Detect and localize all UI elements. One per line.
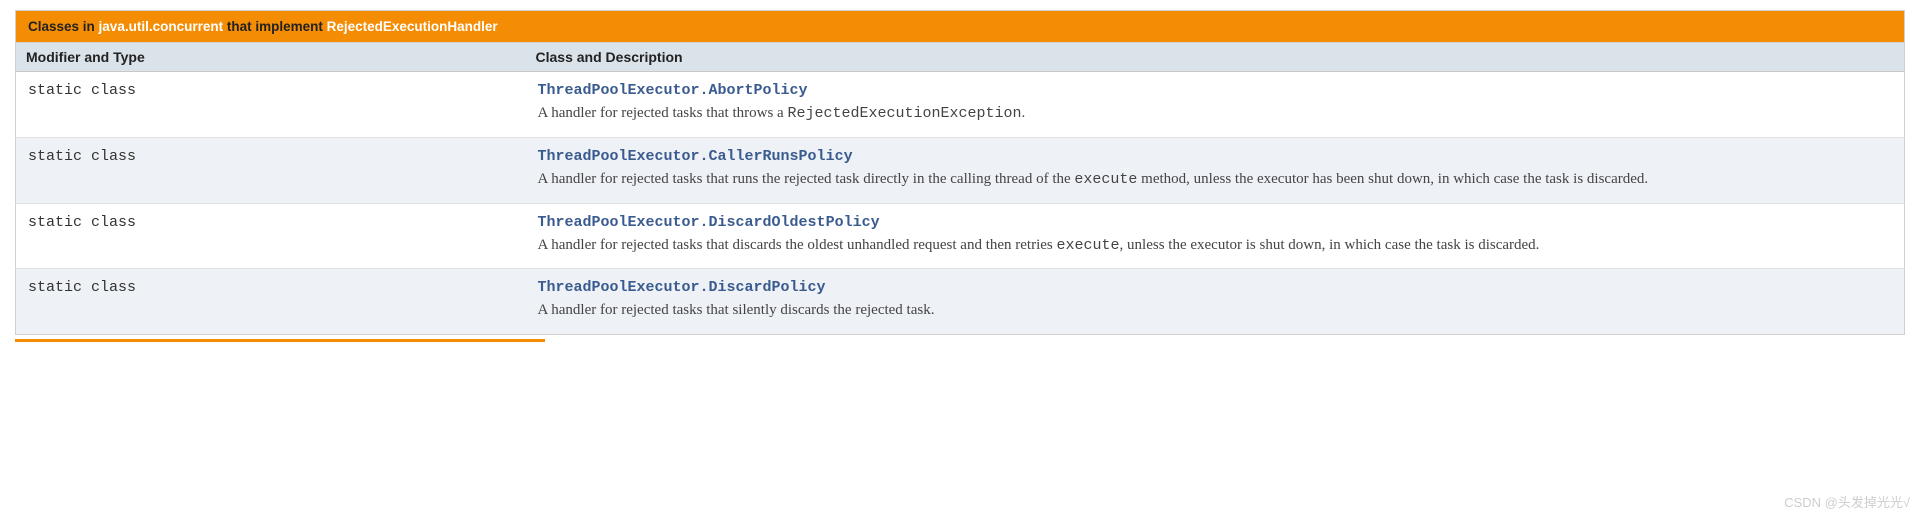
- modifier-cell: static class: [16, 269, 526, 335]
- class-name-link[interactable]: ThreadPoolExecutor.DiscardPolicy: [538, 279, 826, 296]
- watermark-text: CSDN @头发掉光光√: [1784, 492, 1910, 511]
- class-summary-table: Modifier and Type Class and Description …: [15, 42, 1905, 335]
- bottom-orange-rule: [15, 339, 545, 342]
- modifier-cell: static class: [16, 203, 526, 269]
- class-name-link[interactable]: ThreadPoolExecutor.CallerRunsPolicy: [538, 148, 853, 165]
- class-description-cell: ThreadPoolExecutor.DiscardOldestPolicy A …: [526, 203, 1905, 269]
- class-name-link[interactable]: ThreadPoolExecutor.DiscardOldestPolicy: [538, 214, 880, 231]
- class-description: A handler for rejected tasks that discar…: [538, 235, 1892, 257]
- modifier-text: static class: [28, 82, 136, 99]
- table-header-row: Modifier and Type Class and Description: [16, 43, 1905, 72]
- header-modifier-type: Modifier and Type: [16, 43, 526, 72]
- header-class-description: Class and Description: [526, 43, 1905, 72]
- modifier-text: static class: [28, 279, 136, 296]
- class-name-link[interactable]: ThreadPoolExecutor.AbortPolicy: [538, 82, 808, 99]
- class-description: A handler for rejected tasks that silent…: [538, 300, 1892, 322]
- caption-mid: that implement: [223, 19, 327, 34]
- class-description: A handler for rejected tasks that runs t…: [538, 169, 1892, 191]
- table-row: static class ThreadPoolExecutor.DiscardO…: [16, 203, 1905, 269]
- code-literal: RejectedExecutionException: [787, 105, 1021, 122]
- code-literal: execute: [1074, 171, 1137, 188]
- table-caption: Classes in java.util.concurrent that imp…: [15, 10, 1905, 42]
- class-description-cell: ThreadPoolExecutor.CallerRunsPolicy A han…: [526, 137, 1905, 203]
- modifier-cell: static class: [16, 137, 526, 203]
- code-literal: execute: [1057, 237, 1120, 254]
- modifier-text: static class: [28, 214, 136, 231]
- modifier-text: static class: [28, 148, 136, 165]
- caption-prefix: Classes in: [28, 19, 99, 34]
- table-row: static class ThreadPoolExecutor.CallerRu…: [16, 137, 1905, 203]
- table-row: static class ThreadPoolExecutor.DiscardP…: [16, 269, 1905, 335]
- table-row: static class ThreadPoolExecutor.AbortPol…: [16, 72, 1905, 138]
- javadoc-table-container: Classes in java.util.concurrent that imp…: [0, 0, 1920, 342]
- class-description: A handler for rejected tasks that throws…: [538, 103, 1892, 125]
- caption-package-link[interactable]: java.util.concurrent: [99, 19, 224, 34]
- caption-interface-link[interactable]: RejectedExecutionHandler: [327, 19, 498, 34]
- class-description-cell: ThreadPoolExecutor.DiscardPolicy A handle…: [526, 269, 1905, 335]
- class-description-cell: ThreadPoolExecutor.AbortPolicy A handler …: [526, 72, 1905, 138]
- modifier-cell: static class: [16, 72, 526, 138]
